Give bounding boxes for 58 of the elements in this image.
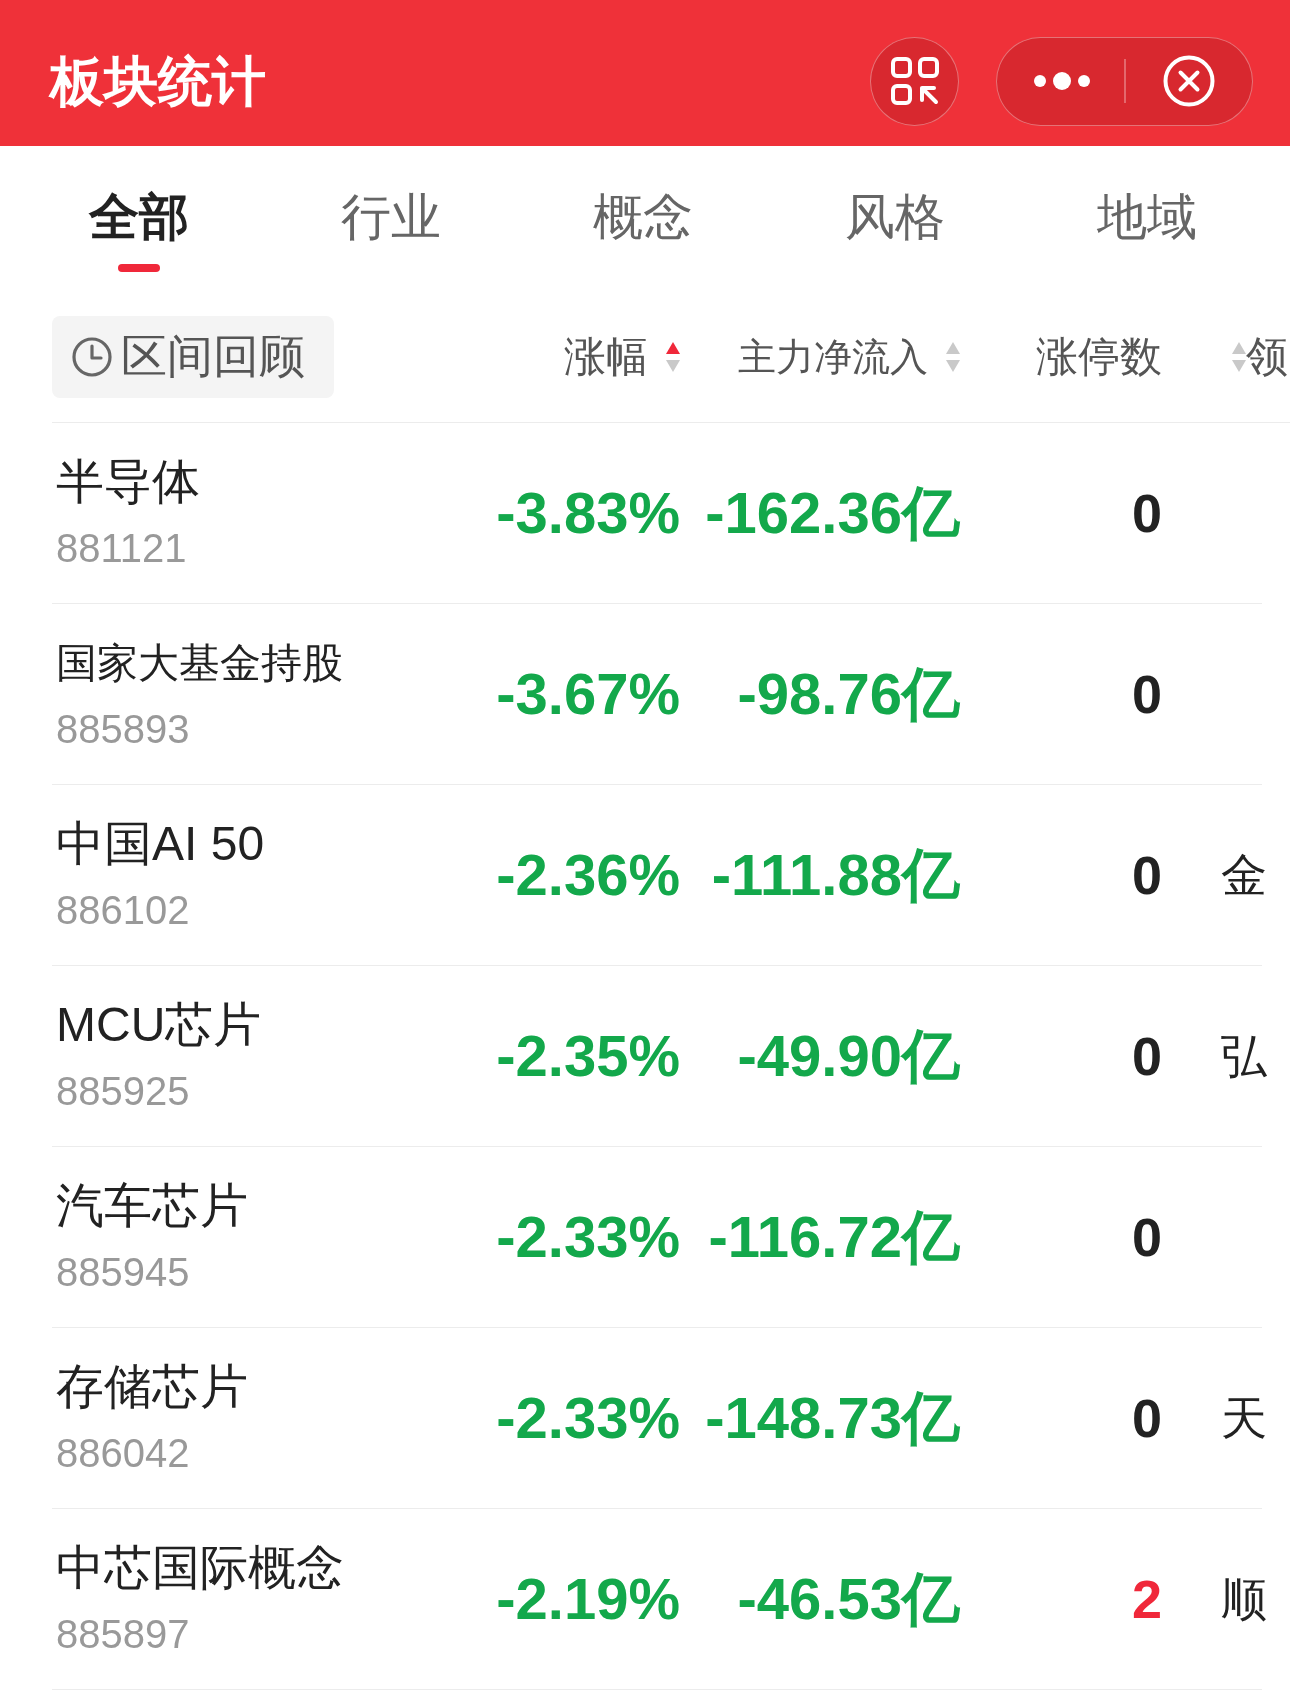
leading-stock: 弘 (1221, 1029, 1267, 1084)
limit-up-count: 0 (1131, 844, 1162, 907)
sector-name: 存储芯片 (56, 1359, 248, 1415)
tab-indicator (118, 264, 160, 272)
limit-up-count: 0 (1131, 1206, 1162, 1269)
sector-name: 国家大基金持股 (56, 639, 343, 688)
column-header[interactable]: 主力净流入 (738, 332, 928, 382)
column-header[interactable]: 涨幅 (564, 332, 648, 382)
change-percent: -2.36% (496, 841, 680, 909)
tab[interactable]: 行业 (339, 187, 443, 247)
sector-code: 881121 (56, 525, 187, 572)
leading-stock: 顺 (1221, 1572, 1267, 1627)
net-inflow: -116.72亿 (708, 1203, 960, 1271)
sort-icon[interactable] (666, 342, 680, 372)
sector-name: MCU芯片 (56, 997, 262, 1053)
clock-icon (72, 337, 112, 377)
sector-code: 885893 (56, 706, 190, 753)
sector-name: 汽车芯片 (56, 1178, 248, 1234)
change-percent: -2.33% (496, 1203, 680, 1271)
sector-code: 886042 (56, 1430, 190, 1477)
column-header: 涨停数 (1036, 332, 1162, 382)
sector-code: 885897 (56, 1611, 190, 1658)
change-percent: -3.67% (496, 660, 680, 728)
net-inflow: -49.90亿 (737, 1022, 960, 1090)
limit-up-count: 0 (1131, 663, 1162, 726)
close-button[interactable] (1163, 55, 1215, 107)
limit-up-count: 2 (1131, 1568, 1162, 1631)
tab[interactable]: 概念 (591, 187, 695, 247)
sector-code: 886102 (56, 887, 190, 934)
more-icon (1034, 72, 1090, 90)
period-review-button[interactable]: 区间回顾 (52, 316, 334, 398)
tab[interactable]: 地域 (1095, 187, 1199, 247)
change-percent: -2.33% (496, 1384, 680, 1452)
sector-code: 885945 (56, 1249, 190, 1296)
tab[interactable]: 全部 (87, 187, 191, 272)
change-percent: -3.83% (496, 479, 680, 547)
tab[interactable]: 风格 (843, 187, 947, 247)
change-percent: -2.35% (496, 1022, 680, 1090)
limit-up-count: 0 (1131, 1387, 1162, 1450)
more-button[interactable] (1034, 72, 1090, 90)
net-inflow: -162.36亿 (705, 479, 960, 547)
close-icon (1163, 55, 1215, 107)
limit-up-count: 0 (1131, 1025, 1162, 1088)
sector-code: 885925 (56, 1068, 190, 1115)
net-inflow: -148.73亿 (705, 1384, 960, 1452)
sector-name: 半导体 (56, 454, 200, 510)
change-percent: -2.19% (496, 1565, 680, 1633)
limit-up-count: 0 (1131, 482, 1162, 545)
net-inflow: -98.76亿 (737, 660, 960, 728)
leading-stock: 天 (1221, 1391, 1267, 1446)
sector-name: 中国AI 50 (56, 816, 265, 872)
column-header[interactable]: 领 (1246, 332, 1288, 382)
leading-stock: 金 (1221, 848, 1267, 903)
net-inflow: -111.88亿 (711, 841, 960, 909)
qr-code-icon (890, 57, 939, 105)
net-inflow: -46.53亿 (737, 1565, 960, 1633)
sector-name: 中芯国际概念 (56, 1540, 344, 1596)
page-title: 板块统计 (50, 50, 266, 113)
